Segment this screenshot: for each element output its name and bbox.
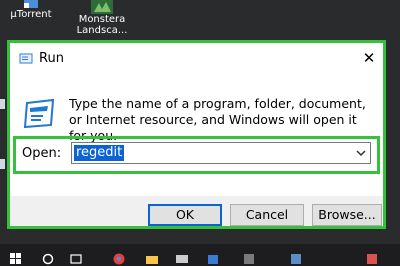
run-program-icon <box>23 99 55 129</box>
cancel-button[interactable]: Cancel <box>230 204 304 226</box>
run-dialog: Run ✕ Type the name of a program, folder… <box>7 40 386 229</box>
desktop-icon-utorrent[interactable]: µTorrent <box>3 0 59 20</box>
windows-start-icon[interactable] <box>10 253 22 265</box>
run-icon <box>19 53 33 64</box>
chrome-icon[interactable] <box>113 253 125 265</box>
taskbar <box>0 244 400 266</box>
utorrent-icon <box>24 0 38 8</box>
desktop-icon-label: Monstera <box>78 14 126 25</box>
cortana-icon[interactable] <box>42 253 54 265</box>
browse-button[interactable]: Browse... <box>312 204 382 226</box>
app-icon[interactable] <box>243 253 255 265</box>
desktop-icon-monstera[interactable]: Monstera Landsca... <box>74 0 130 36</box>
open-label: Open: <box>22 146 62 161</box>
file-explorer-icon[interactable] <box>146 253 158 265</box>
store-icon[interactable] <box>207 253 219 265</box>
app-icon[interactable] <box>290 253 302 265</box>
open-row: Open: regedit <box>13 136 380 174</box>
ok-button[interactable]: OK <box>148 204 222 226</box>
title-bar[interactable]: Run ✕ <box>10 43 383 71</box>
image-thumbnail-icon <box>91 0 113 14</box>
mail-icon[interactable] <box>176 253 188 265</box>
task-view-icon[interactable] <box>70 253 82 265</box>
dialog-title: Run <box>39 51 64 66</box>
chevron-down-icon[interactable] <box>355 146 367 160</box>
desktop-icon-label: µTorrent <box>10 9 52 20</box>
media-icon[interactable] <box>366 253 378 265</box>
desktop-icon-label: Landsca... <box>76 25 128 36</box>
open-input[interactable]: regedit <box>71 142 371 164</box>
close-button[interactable]: ✕ <box>355 47 383 71</box>
open-input-value: regedit <box>74 145 125 161</box>
